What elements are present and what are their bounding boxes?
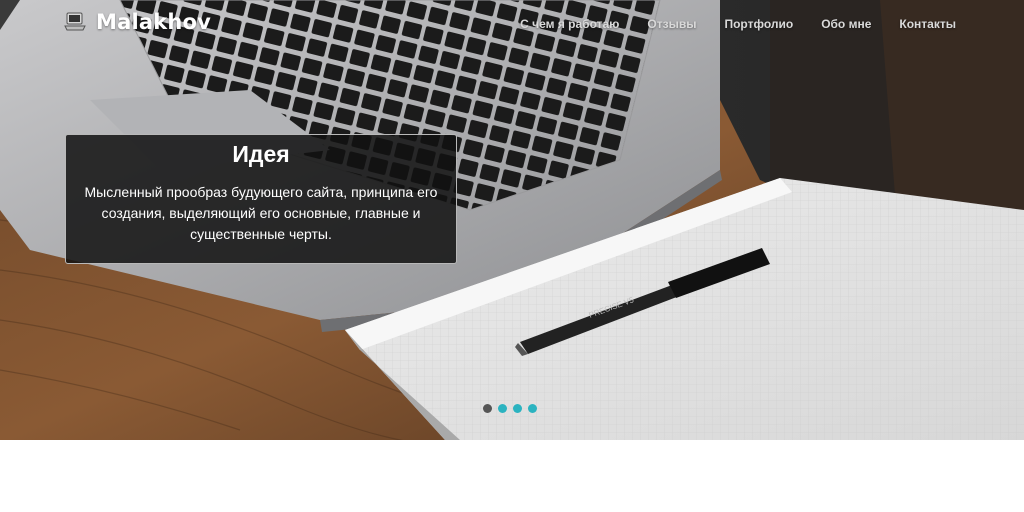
nav-link-contacts[interactable]: Контакты bbox=[899, 17, 956, 31]
carousel-caption: Идея Мысленный прообраз будующего сайта,… bbox=[65, 134, 457, 264]
carousel-indicator-2[interactable] bbox=[498, 404, 507, 413]
navbar: Malakhov С чем я работаю Отзывы Портфоли… bbox=[0, 0, 1024, 50]
laptop-logo-icon bbox=[64, 12, 86, 31]
nav-link-portfolio[interactable]: Портфолио bbox=[724, 17, 793, 31]
nav-link-tech[interactable]: С чем я работаю bbox=[520, 17, 619, 31]
carousel-indicator-1[interactable] bbox=[483, 404, 492, 413]
caption-text: Мысленный прообраз будующего сайта, прин… bbox=[84, 184, 438, 242]
nav-link-about[interactable]: Обо мне bbox=[821, 17, 871, 31]
main-nav: С чем я работаю Отзывы Портфолио Обо мне… bbox=[520, 17, 956, 31]
carousel-indicator-3[interactable] bbox=[513, 404, 522, 413]
brand[interactable]: Malakhov bbox=[64, 10, 211, 34]
page-content-area bbox=[0, 440, 1024, 512]
carousel-indicator-4[interactable] bbox=[528, 404, 537, 413]
brand-name[interactable]: Malakhov bbox=[96, 10, 211, 34]
hero-carousel: PRECISE V5 Malakhov С чем я работаю Отзы… bbox=[0, 0, 1024, 440]
carousel-indicators bbox=[483, 404, 537, 413]
nav-link-reviews[interactable]: Отзывы bbox=[647, 17, 696, 31]
caption-title: Идея bbox=[232, 141, 290, 167]
